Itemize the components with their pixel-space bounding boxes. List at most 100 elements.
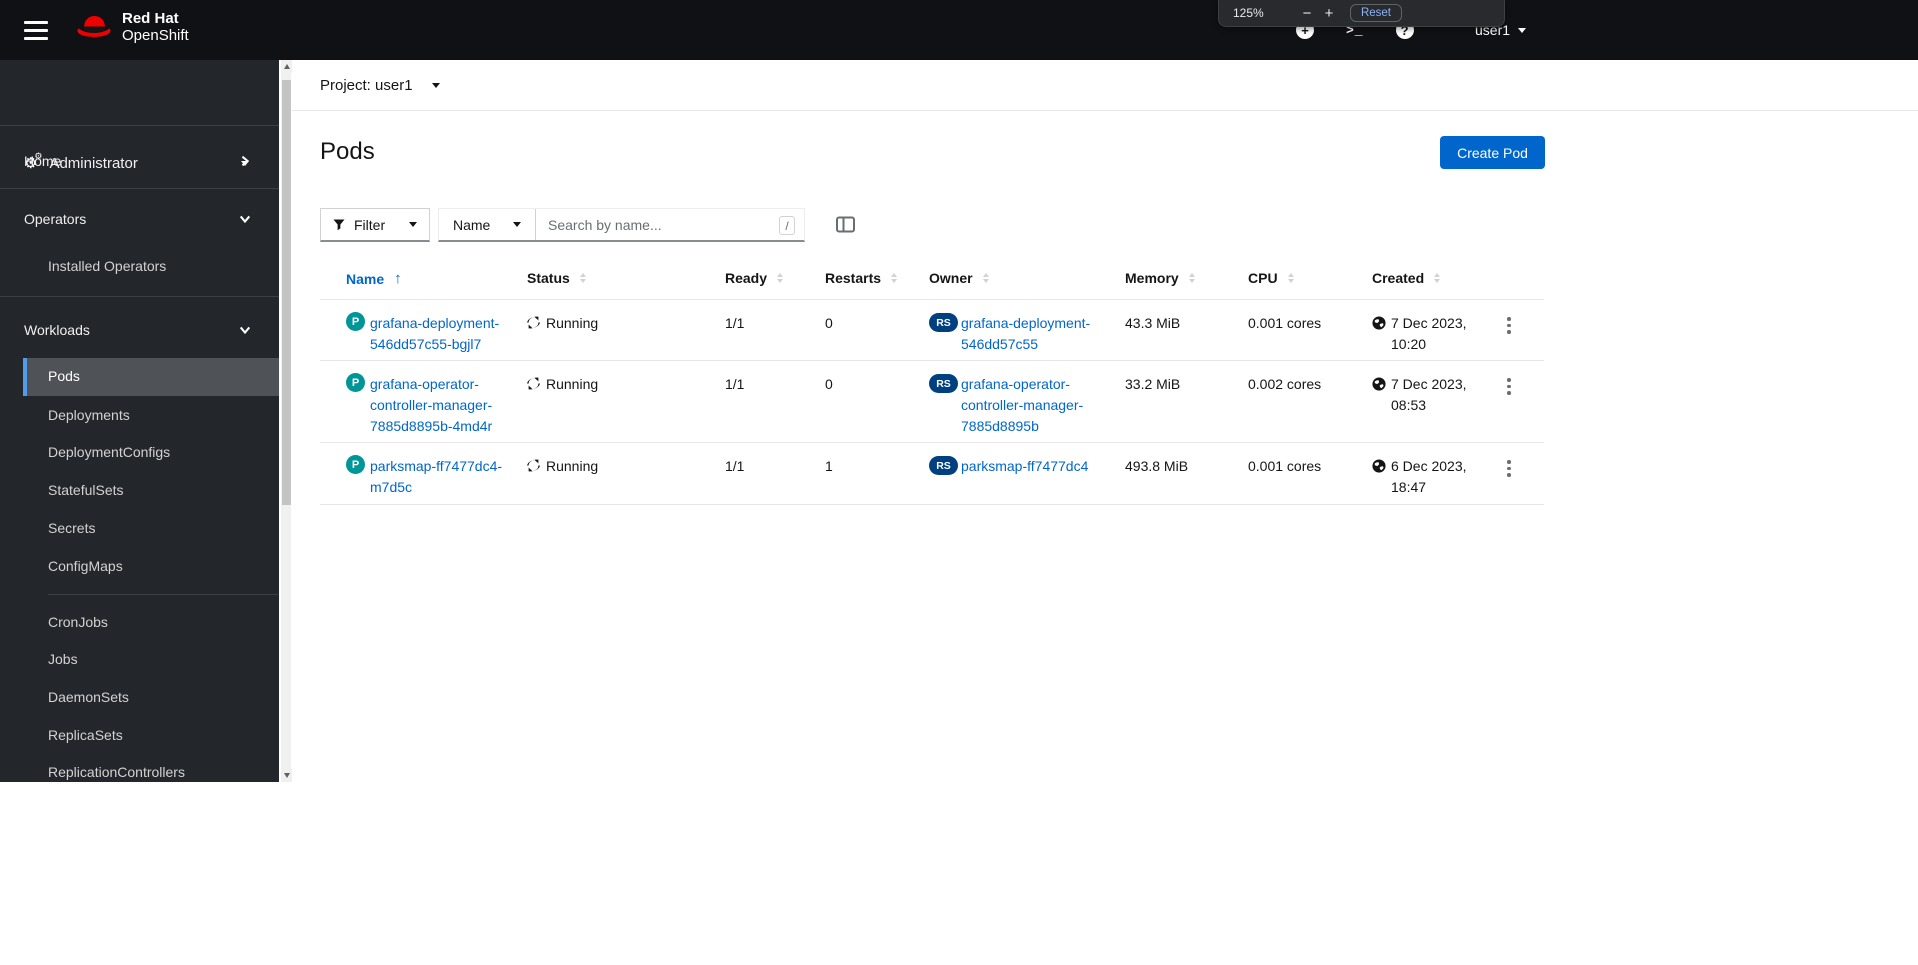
project-dropdown[interactable]: Project: user1 [320, 60, 440, 111]
sort-icon[interactable] [1434, 273, 1441, 283]
sidebar-item-jobs[interactable]: Jobs [0, 648, 279, 670]
search-input[interactable] [536, 209, 804, 240]
search-attribute-dropdown[interactable]: Name [439, 209, 536, 240]
sidebar-item-installed-operators[interactable]: Installed Operators [0, 252, 279, 280]
chevron-down-icon [239, 326, 251, 335]
openshift-console-window: Red Hat OpenShift + >_ ? user1 125% − + … [0, 0, 1918, 965]
created-date: 6 Dec 2023, [1391, 458, 1467, 474]
project-bar: Project: user1 [292, 60, 1918, 111]
column-header-restarts[interactable]: Restarts [825, 270, 898, 286]
created-cell: 7 Dec 2023, 08:53 [1391, 374, 1486, 416]
sync-status-icon [527, 377, 540, 390]
sidebar-item-cronjobs[interactable]: CronJobs [0, 611, 279, 633]
sync-status-icon [527, 316, 540, 329]
column-header-owner[interactable]: Owner [929, 270, 989, 286]
kebab-menu-icon[interactable] [1505, 458, 1513, 479]
memory-cell: 33.2 MiB [1125, 376, 1181, 392]
pod-badge: P [346, 312, 365, 331]
sort-icon[interactable] [891, 273, 898, 283]
cpu-cell: 0.002 cores [1248, 376, 1322, 392]
pod-name-link[interactable]: grafana-operator-controller-manager-7885… [370, 376, 492, 434]
kebab-menu-icon[interactable] [1505, 315, 1513, 336]
column-header-status[interactable]: Status [527, 270, 586, 286]
pod-name-link[interactable]: parksmap-ff7477dc4-m7d5c [370, 458, 502, 495]
create-pod-button[interactable]: Create Pod [1440, 136, 1545, 169]
restarts-cell: 0 [825, 315, 833, 331]
sidebar-item-operators[interactable]: Operators [0, 205, 279, 233]
sidebar-item-replicationcontrollers[interactable]: ReplicationControllers [0, 762, 279, 782]
column-header-memory[interactable]: Memory [1125, 270, 1195, 286]
status-text: Running [546, 458, 599, 474]
table-row: P grafana-operator-controller-manager-78… [320, 361, 1544, 443]
sidebar-item-workloads[interactable]: Workloads [0, 316, 279, 344]
zoom-in-button[interactable]: + [1318, 5, 1340, 22]
scrollbar-thumb[interactable] [282, 80, 291, 505]
sidebar-scrollbar[interactable] [280, 60, 292, 782]
column-header-cpu[interactable]: CPU [1248, 270, 1294, 286]
created-date: 7 Dec 2023, [1391, 315, 1467, 331]
sidebar-item-deployments[interactable]: Deployments [0, 404, 279, 426]
sort-icon[interactable] [982, 273, 989, 283]
menu-toggle-icon[interactable] [24, 21, 48, 41]
red-hat-fedora-icon [77, 16, 111, 37]
column-header-name[interactable]: Name ↑ [346, 270, 402, 287]
sidebar-item-deploymentconfigs[interactable]: DeploymentConfigs [0, 441, 279, 463]
brand-line1: Red Hat [122, 10, 179, 27]
status-cell: Running [527, 374, 598, 395]
ready-cell: 1/1 [725, 376, 745, 392]
created-cell: 7 Dec 2023, 10:20 [1391, 313, 1486, 355]
cpu-cell: 0.001 cores [1248, 458, 1322, 474]
browser-zoom-popup: 125% − + Reset [1218, 0, 1505, 27]
sidebar-item-secrets[interactable]: Secrets [0, 517, 279, 539]
restarts-cell: 1 [825, 458, 833, 474]
sidebar-item-statefulsets[interactable]: StatefulSets [0, 479, 279, 501]
caret-down-icon [409, 222, 417, 227]
globe-icon [1372, 377, 1386, 394]
column-header-created[interactable]: Created [1372, 270, 1441, 286]
ready-cell: 1/1 [725, 458, 745, 474]
sort-icon[interactable] [777, 273, 784, 283]
caret-down-icon [513, 222, 521, 227]
sort-icon[interactable] [1188, 273, 1195, 283]
sort-icon[interactable] [1287, 273, 1294, 283]
memory-cell: 493.8 MiB [1125, 458, 1189, 474]
masthead: Red Hat OpenShift + >_ ? user1 [0, 0, 1918, 60]
manage-columns-icon[interactable] [836, 216, 856, 234]
filter-dropdown[interactable]: Filter [320, 208, 430, 242]
sidebar-item-replicasets[interactable]: ReplicaSets [0, 724, 279, 746]
kebab-menu-icon[interactable] [1505, 376, 1513, 397]
sidebar-item-daemonsets[interactable]: DaemonSets [0, 686, 279, 708]
sort-ascending-icon[interactable]: ↑ [394, 270, 402, 287]
sidebar-item-home[interactable]: Home [0, 147, 279, 175]
divider [48, 594, 278, 595]
ready-cell: 1/1 [725, 315, 745, 331]
search-group: Name / [438, 208, 805, 242]
zoom-reset-button[interactable]: Reset [1349, 4, 1402, 22]
sort-icon[interactable] [579, 273, 586, 283]
cpu-cell: 0.001 cores [1248, 315, 1322, 331]
table-row: P grafana-deployment-546dd57c55-bgjl7 Ru… [320, 300, 1544, 361]
scrollbar-down-button[interactable] [281, 769, 292, 782]
owner-link[interactable]: parksmap-ff7477dc4 [961, 458, 1088, 474]
owner-link[interactable]: grafana-deployment-546dd57c55 [961, 315, 1090, 352]
filter-label: Filter [354, 216, 386, 233]
brand-text: Red Hat OpenShift [122, 10, 189, 44]
divider [0, 296, 279, 297]
scrollbar-up-button[interactable] [281, 60, 292, 73]
globe-icon [1372, 316, 1386, 333]
sidebar-item-configmaps[interactable]: ConfigMaps [0, 555, 279, 577]
status-cell: Running [527, 313, 598, 334]
sidebar-item-pods[interactable]: Pods [23, 358, 279, 396]
created-time: 10:20 [1391, 336, 1427, 352]
caret-down-icon [1518, 27, 1527, 33]
pod-name-link[interactable]: grafana-deployment-546dd57c55-bgjl7 [370, 315, 499, 352]
zoom-out-button[interactable]: − [1296, 5, 1318, 22]
table-row: P parksmap-ff7477dc4-m7d5c Running 1/1 1… [320, 443, 1544, 505]
page-title: Pods [320, 138, 375, 165]
divider [0, 125, 279, 126]
owner-link[interactable]: grafana-operator-controller-manager-7885… [961, 376, 1083, 434]
column-header-ready[interactable]: Ready [725, 270, 784, 286]
brand-logo[interactable]: Red Hat OpenShift [74, 10, 189, 44]
status-text: Running [546, 376, 599, 392]
replicaset-badge: RS [929, 456, 958, 475]
